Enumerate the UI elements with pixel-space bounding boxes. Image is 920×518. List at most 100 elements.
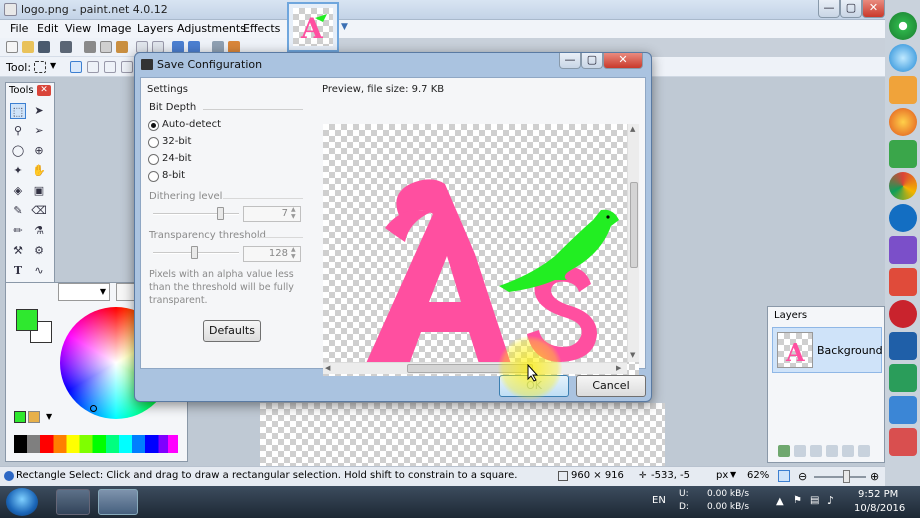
- rectangle-select-icon[interactable]: ⬚: [10, 103, 26, 119]
- radio-32-bit-label[interactable]: 32-bit: [162, 136, 191, 147]
- dithering-slider-thumb[interactable]: [217, 207, 224, 220]
- paintbrush-icon[interactable]: ✎: [10, 203, 26, 219]
- language-indicator[interactable]: EN: [652, 495, 666, 506]
- zoom-in-icon[interactable]: ⊕: [870, 470, 879, 483]
- menu-image[interactable]: Image: [97, 22, 131, 35]
- cut-icon[interactable]: [84, 41, 96, 53]
- color-wheel-cursor[interactable]: [90, 405, 97, 412]
- radio-8-bit[interactable]: [148, 171, 159, 182]
- flag-icon[interactable]: ⚑: [793, 495, 802, 506]
- lasso-select-icon[interactable]: ⚲: [10, 123, 26, 139]
- start-button[interactable]: [6, 488, 38, 516]
- network-icon[interactable]: ▤: [810, 495, 819, 506]
- palette-primary-icon[interactable]: [14, 411, 26, 423]
- magic-wand-icon[interactable]: ✦: [10, 163, 26, 179]
- move-selection-icon[interactable]: ➢: [31, 123, 47, 139]
- tray-arrow-icon[interactable]: ▲: [776, 496, 784, 507]
- dialog-close-button[interactable]: ✕: [603, 53, 643, 69]
- menu-view[interactable]: View: [65, 22, 91, 35]
- primary-color-swatch[interactable]: [16, 309, 38, 331]
- radio-auto-detect-label[interactable]: Auto-detect: [162, 119, 221, 130]
- add-layer-icon[interactable]: [778, 445, 790, 457]
- move-layer-down-icon[interactable]: [858, 445, 870, 457]
- app-icon-red-2[interactable]: [889, 428, 917, 456]
- selection-mode-exclude-icon[interactable]: [104, 61, 116, 73]
- paste-icon[interactable]: [116, 41, 128, 53]
- layer-name[interactable]: Background: [817, 344, 883, 357]
- new-icon[interactable]: [6, 41, 18, 53]
- volume-icon[interactable]: ♪: [827, 494, 834, 507]
- powerpoint-icon[interactable]: [889, 76, 917, 104]
- clock-time[interactable]: 9:52 PM: [858, 489, 898, 500]
- menu-edit[interactable]: Edit: [37, 22, 58, 35]
- color-palette[interactable]: [14, 435, 178, 453]
- zoom-to-window-icon[interactable]: [778, 470, 790, 482]
- merge-layer-icon[interactable]: [826, 445, 838, 457]
- duplicate-layer-icon[interactable]: [810, 445, 822, 457]
- delete-layer-icon[interactable]: [794, 445, 806, 457]
- preview-vertical-scrollbar[interactable]: ▲ ▼: [627, 124, 639, 362]
- rectangle-select-tool-icon[interactable]: [34, 61, 46, 73]
- radio-24-bit-label[interactable]: 24-bit: [162, 153, 191, 164]
- move-selected-icon[interactable]: ➤: [31, 103, 47, 119]
- palette-menu-icon[interactable]: [28, 411, 40, 423]
- color-mode-dropdown[interactable]: ▼: [58, 283, 110, 301]
- zoom-slider-thumb[interactable]: [843, 470, 850, 483]
- window-app-icon[interactable]: [889, 332, 917, 360]
- scroll-up-icon[interactable]: ▲: [630, 125, 635, 133]
- transparency-spinner-icon[interactable]: ▲ ▼: [291, 246, 296, 260]
- radio-24-bit[interactable]: [148, 154, 159, 165]
- units-dropdown-icon[interactable]: ▼: [730, 470, 736, 479]
- dithering-slider[interactable]: [153, 213, 239, 215]
- vertical-scroll-thumb[interactable]: [630, 182, 638, 268]
- clone-stamp-icon[interactable]: ⚒: [10, 243, 26, 259]
- eraser-icon[interactable]: ⌫: [31, 203, 47, 219]
- app-icon-red[interactable]: [889, 268, 917, 296]
- radio-auto-detect[interactable]: [148, 120, 159, 131]
- refresh-app-icon[interactable]: [889, 364, 917, 392]
- radio-8-bit-label[interactable]: 8-bit: [162, 170, 185, 181]
- maximize-button[interactable]: ▢: [840, 0, 862, 18]
- zoom-level[interactable]: 62%: [747, 470, 769, 481]
- menu-file[interactable]: File: [10, 22, 28, 35]
- taskbar-explorer-button[interactable]: [56, 489, 90, 515]
- text-tool-icon[interactable]: T: [10, 263, 26, 279]
- globe-icon[interactable]: [889, 44, 917, 72]
- dialog-minimize-button[interactable]: —: [559, 53, 581, 69]
- opera-icon[interactable]: [889, 300, 917, 328]
- dithering-spinner-icon[interactable]: ▲ ▼: [291, 206, 296, 220]
- zoom-icon[interactable]: ⊕: [31, 143, 47, 159]
- units-selector[interactable]: px: [716, 470, 728, 481]
- video-player-icon[interactable]: [889, 236, 917, 264]
- layer-row[interactable]: A Background: [772, 327, 883, 373]
- tab-dropdown-icon[interactable]: ▼: [341, 22, 348, 32]
- palette-dropdown-icon[interactable]: ▼: [46, 412, 52, 421]
- ellipse-select-icon[interactable]: ◯: [10, 143, 26, 159]
- app-icon-blue[interactable]: [889, 396, 917, 424]
- menu-layers[interactable]: Layers: [137, 22, 173, 35]
- firefox-icon[interactable]: [889, 108, 917, 136]
- menu-adjustments[interactable]: Adjustments: [177, 22, 246, 35]
- selection-mode-union-icon[interactable]: [87, 61, 99, 73]
- pencil-icon[interactable]: ✏: [10, 223, 26, 239]
- recolor-icon[interactable]: ⚙: [31, 243, 47, 259]
- camtasia-icon[interactable]: [889, 140, 917, 168]
- image-canvas[interactable]: [260, 403, 665, 466]
- tools-panel-close-icon[interactable]: ✕: [37, 85, 51, 96]
- selection-mode-replace-icon[interactable]: [70, 61, 82, 73]
- pan-icon[interactable]: ✋: [31, 163, 47, 179]
- minimize-button[interactable]: —: [818, 0, 840, 18]
- dialog-maximize-button[interactable]: ▢: [581, 53, 603, 69]
- transparency-slider-thumb[interactable]: [191, 246, 198, 259]
- scroll-down-icon[interactable]: ▼: [630, 351, 635, 359]
- radio-32-bit[interactable]: [148, 137, 159, 148]
- chrome-alt-icon[interactable]: [889, 172, 917, 200]
- taskbar-paintnet-button[interactable]: [98, 489, 138, 515]
- tool-dropdown-icon[interactable]: ▼: [50, 61, 56, 70]
- menu-effects[interactable]: Effects: [243, 22, 280, 35]
- open-icon[interactable]: [22, 41, 34, 53]
- print-icon[interactable]: [60, 41, 72, 53]
- clock-date[interactable]: 10/8/2016: [854, 503, 905, 514]
- cancel-button[interactable]: Cancel: [576, 375, 646, 397]
- gradient-icon[interactable]: ▣: [31, 183, 47, 199]
